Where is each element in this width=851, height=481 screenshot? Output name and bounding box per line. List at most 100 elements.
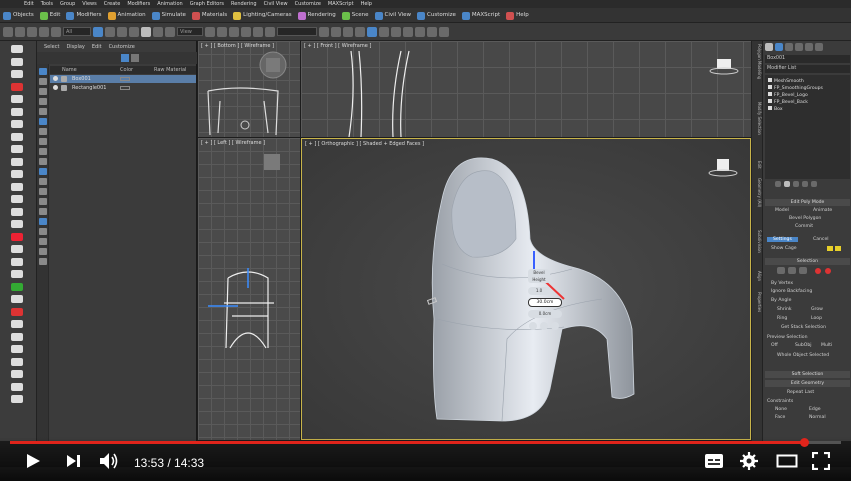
tool-strip-icon[interactable] xyxy=(11,107,23,116)
ribbon-tab-modifiers[interactable]: Modifiers xyxy=(66,8,102,22)
render-icon[interactable] xyxy=(427,26,437,37)
scene-object-row[interactable]: Rectangle001 xyxy=(50,84,196,92)
angle-snap-icon[interactable] xyxy=(241,26,251,37)
rectangle-selection-icon[interactable] xyxy=(117,26,127,37)
caddy-outline-field[interactable]: 0.0cm xyxy=(528,310,562,318)
menu-item-help[interactable]: Help xyxy=(361,0,372,8)
link-icon[interactable] xyxy=(27,26,37,37)
render-iterative-icon[interactable] xyxy=(439,26,449,37)
tool-strip-icon[interactable] xyxy=(11,207,23,216)
explorer-filter-icon[interactable] xyxy=(39,188,47,195)
tool-strip-icon[interactable] xyxy=(11,132,23,141)
modifier-toggle-icon[interactable] xyxy=(768,106,772,110)
show-cage-checkbox[interactable]: Show Cage xyxy=(771,246,797,251)
ribbon-tab-lightingcameras[interactable]: Lighting/Cameras xyxy=(233,8,292,22)
modify-tab-icon[interactable] xyxy=(775,43,783,51)
constraint-face-radio[interactable]: Face xyxy=(775,415,785,420)
hierarchy-tab-icon[interactable] xyxy=(785,43,793,51)
column-raw-material[interactable]: Raw Material xyxy=(154,66,186,74)
explorer-filter-icon[interactable] xyxy=(39,248,47,255)
by-angle-checkbox[interactable]: By Angle xyxy=(771,298,791,303)
motion-tab-icon[interactable] xyxy=(795,43,803,51)
explorer-filter-icon[interactable] xyxy=(39,198,47,205)
ribbon-tab-scene[interactable]: Scene xyxy=(341,8,369,22)
commit-button[interactable]: Commit xyxy=(795,224,813,229)
select-by-name-icon[interactable] xyxy=(105,26,115,37)
ribbon-vertical-tab[interactable]: Subdivision xyxy=(753,230,762,267)
tool-strip-icon[interactable] xyxy=(11,370,23,378)
remove-modifier-icon[interactable] xyxy=(802,181,808,187)
spinner-snap-icon[interactable] xyxy=(265,26,275,37)
animate-radio[interactable]: Animate xyxy=(813,208,832,213)
display-tab-icon[interactable] xyxy=(805,43,813,51)
rotate-icon[interactable] xyxy=(153,26,163,37)
tool-strip-icon[interactable] xyxy=(11,120,23,128)
explorer-filter-icon[interactable] xyxy=(39,168,47,175)
explorer-filter-icon[interactable] xyxy=(39,208,47,215)
tool-strip-icon[interactable] xyxy=(11,232,23,241)
preview-subobj-radio[interactable]: SubObj xyxy=(795,343,812,348)
visibility-icon[interactable] xyxy=(53,85,58,90)
explorer-tab-select[interactable]: Select xyxy=(44,44,59,50)
fullscreen-icon[interactable] xyxy=(812,452,830,470)
explorer-filter-icon[interactable] xyxy=(39,78,47,85)
viewport-bottom[interactable]: [ + ] [ Bottom ] [ Wireframe ] xyxy=(198,41,300,137)
ribbon-tab-civilview[interactable]: Civil View xyxy=(374,8,411,22)
modifier-list-dropdown[interactable]: Modifier List xyxy=(765,65,850,73)
tool-strip-icon[interactable] xyxy=(11,282,23,291)
video-progress-bar[interactable] xyxy=(10,438,841,447)
pin-stack-icon[interactable] xyxy=(775,181,781,187)
undo-icon[interactable] xyxy=(3,26,13,37)
pivot-center-icon[interactable] xyxy=(205,26,215,37)
manipulate-icon[interactable] xyxy=(217,26,227,37)
caddy-field-1[interactable]: 1.0 xyxy=(528,287,550,295)
shrink-button[interactable]: Shrink xyxy=(777,307,792,312)
menu-item-views[interactable]: Views xyxy=(82,0,96,8)
caddy-ok-icon[interactable] xyxy=(529,322,537,330)
curve-editor-icon[interactable] xyxy=(367,26,377,37)
theater-mode-icon[interactable] xyxy=(776,453,798,469)
ribbon-tab-rendering[interactable]: Rendering xyxy=(297,8,336,22)
modifier-stack-row[interactable]: FP_Bevel_Back xyxy=(768,99,808,105)
polygon-icon[interactable] xyxy=(815,268,821,274)
explorer-tab-display[interactable]: Display xyxy=(66,44,84,50)
viewport-front[interactable]: [ + ] [ Front ] [ Wireframe ] xyxy=(301,41,751,137)
menu-item-maxscript[interactable]: MAXScript xyxy=(328,0,354,8)
redo-icon[interactable] xyxy=(15,26,25,37)
tool-strip-icon[interactable] xyxy=(11,332,23,341)
menu-item-civilview[interactable]: Civil View xyxy=(264,0,288,8)
render-setup-icon[interactable] xyxy=(403,26,413,37)
edge-icon[interactable] xyxy=(788,267,796,274)
tool-strip-icon[interactable] xyxy=(11,257,23,266)
constraint-edge-radio[interactable]: Edge xyxy=(809,407,821,412)
menu-item-edit[interactable]: Edit xyxy=(24,0,34,8)
constraint-normal-radio[interactable]: Normal xyxy=(809,415,826,420)
caddy-apply-icon[interactable] xyxy=(540,322,548,330)
configure-sets-icon[interactable] xyxy=(811,181,817,187)
modifier-stack-row[interactable]: FP_Bevel_Logo xyxy=(768,92,808,98)
play-icon[interactable] xyxy=(24,452,42,470)
tool-strip-icon[interactable] xyxy=(11,145,23,153)
modifier-stack-item[interactable]: MeshSmooth xyxy=(774,79,804,84)
scene-object-row[interactable]: Box001 xyxy=(50,75,196,83)
tool-strip-icon[interactable] xyxy=(11,195,23,203)
tool-strip-icon[interactable] xyxy=(11,245,23,253)
tool-strip-icon[interactable] xyxy=(11,357,23,366)
tool-strip-icon[interactable] xyxy=(11,220,23,228)
explorer-filter-icon[interactable] xyxy=(39,128,47,135)
explorer-filter-icon[interactable] xyxy=(39,258,47,265)
grow-button[interactable]: Grow xyxy=(811,307,823,312)
material-editor-icon[interactable] xyxy=(391,26,401,37)
by-vertex-checkbox[interactable]: By Vertex xyxy=(771,281,793,286)
show-end-result-icon[interactable] xyxy=(784,181,790,187)
toggle-ribbon-icon[interactable] xyxy=(355,26,365,37)
tool-strip-icon[interactable] xyxy=(11,170,23,178)
menu-item-animation[interactable]: Animation xyxy=(157,0,183,8)
explorer-filter-icon[interactable] xyxy=(39,118,47,125)
column-name[interactable]: Name xyxy=(62,66,77,74)
element-icon[interactable] xyxy=(825,268,831,274)
tool-strip-icon[interactable] xyxy=(11,70,23,78)
settings-button[interactable]: Settings xyxy=(767,237,798,242)
tool-strip-icon[interactable] xyxy=(11,395,23,403)
cage-color-swatch[interactable] xyxy=(827,246,833,251)
